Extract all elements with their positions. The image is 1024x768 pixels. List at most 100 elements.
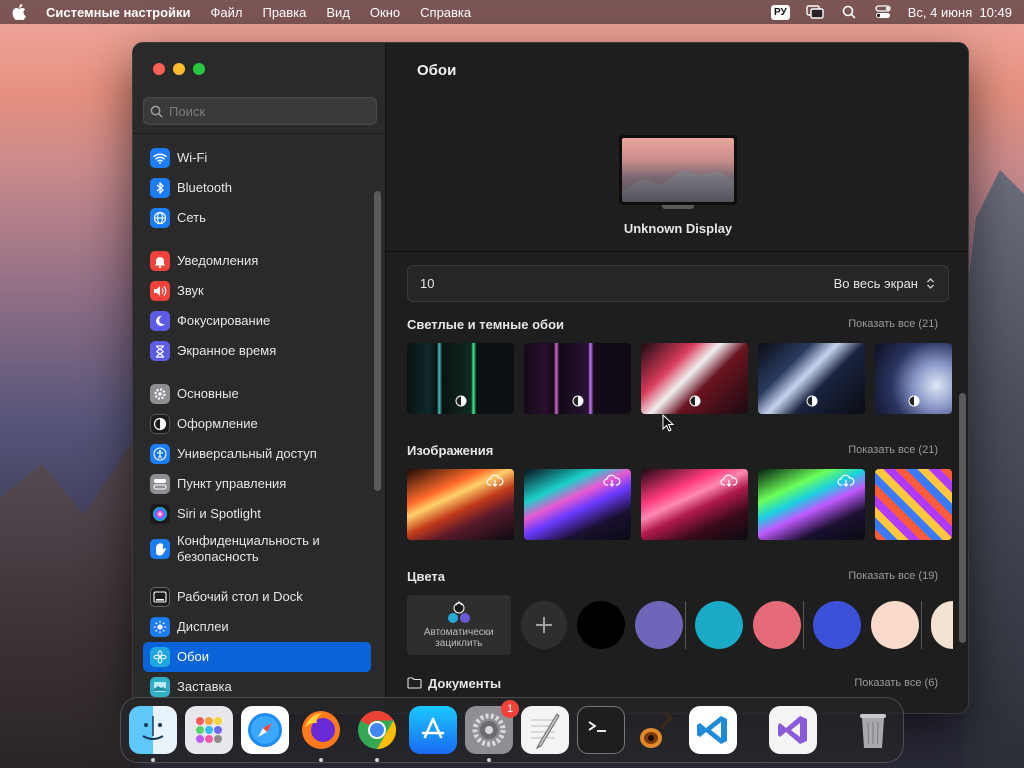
wallpaper-thumb[interactable] <box>524 469 631 540</box>
wallpaper-thumb[interactable] <box>524 343 631 414</box>
add-color-button[interactable] <box>520 601 568 649</box>
sidebar-item-bluetooth[interactable]: Bluetooth <box>143 173 371 203</box>
sidebar-item-screen-time[interactable]: Экранное время <box>143 336 371 366</box>
wallpaper-thumb[interactable] <box>875 343 952 414</box>
menu-view[interactable]: Вид <box>326 5 350 20</box>
dock-finder[interactable] <box>129 706 177 762</box>
dock-garageband[interactable] <box>633 706 681 754</box>
spotlight-search-icon[interactable] <box>840 5 858 19</box>
sidebar-group-desktop: Рабочий стол и Dock Дисплеи Обои Заставк… <box>143 582 371 702</box>
menu-app-name[interactable]: Системные настройки <box>46 5 191 20</box>
main-scrollbar[interactable] <box>959 393 966 643</box>
sidebar-item-displays[interactable]: Дисплеи <box>143 612 371 642</box>
gear-icon <box>472 713 506 747</box>
wallpaper-thumb[interactable] <box>758 343 865 414</box>
screen-mirroring-icon[interactable] <box>806 5 824 19</box>
running-indicator <box>375 758 379 762</box>
menu-help[interactable]: Справка <box>420 5 471 20</box>
show-all-link[interactable]: Показать все (6) <box>854 677 938 689</box>
zoom-button[interactable] <box>193 63 205 75</box>
section-documents: Документы Показать все (6) <box>407 675 953 691</box>
menu-file[interactable]: Файл <box>211 5 243 20</box>
show-all-link[interactable]: Показать все (21) <box>848 444 938 456</box>
swatch-separator <box>803 601 805 649</box>
show-all-link[interactable]: Показать все (19) <box>848 570 938 582</box>
sidebar-item-label: Wi-Fi <box>177 150 208 165</box>
auto-rotate-tile[interactable]: Автоматически зациклить <box>407 595 511 655</box>
apple-menu-icon[interactable] <box>12 4 28 20</box>
wallpaper-thumb[interactable] <box>641 343 748 414</box>
sidebar-item-appearance[interactable]: Оформление <box>143 409 371 439</box>
show-all-link[interactable]: Показать все (21) <box>848 318 938 330</box>
wallpaper-thumb[interactable] <box>641 469 748 540</box>
accessibility-icon <box>150 444 170 464</box>
main-pane: Обои Unknown Display 10 Во весь экран Св… <box>386 43 968 713</box>
dock-vscode[interactable] <box>689 706 737 754</box>
sidebar-item-notifications[interactable]: Уведомления <box>143 246 371 276</box>
dock-visual-studio[interactable] <box>769 706 817 754</box>
sidebar-item-desktop-dock[interactable]: Рабочий стол и Dock <box>143 582 371 612</box>
mouse-cursor-icon <box>662 414 674 432</box>
color-swatch[interactable] <box>635 601 684 649</box>
sidebar-item-wallpaper[interactable]: Обои <box>143 642 371 672</box>
sidebar-item-general[interactable]: Основные <box>143 379 371 409</box>
color-swatch[interactable] <box>753 601 802 649</box>
sidebar-item-wifi[interactable]: Wi-Fi <box>143 143 371 173</box>
sidebar-group-general: Основные Оформление Универсальный доступ <box>143 379 371 569</box>
main-divider <box>386 251 968 252</box>
close-button[interactable] <box>153 63 165 75</box>
color-swatch[interactable] <box>813 601 862 649</box>
wallpaper-picker[interactable]: 10 Во весь экран <box>407 265 949 302</box>
sidebar-search[interactable] <box>143 97 377 125</box>
control-center-icon <box>150 474 170 494</box>
sidebar: Wi-Fi Bluetooth Сеть <box>133 43 386 713</box>
menu-edit[interactable]: Правка <box>262 5 306 20</box>
wallpaper-thumb[interactable] <box>875 469 952 540</box>
sidebar-item-focus[interactable]: Фокусирование <box>143 306 371 336</box>
color-swatch[interactable] <box>931 601 953 649</box>
wallpaper-thumb[interactable] <box>407 343 514 414</box>
dock-app-store[interactable] <box>409 706 457 754</box>
moon-icon <box>150 311 170 331</box>
wallpaper-thumb[interactable] <box>758 469 865 540</box>
sidebar-item-sound[interactable]: Звук <box>143 276 371 306</box>
sidebar-item-siri-spotlight[interactable]: Siri и Spotlight <box>143 499 371 529</box>
light-dark-icon <box>688 394 702 408</box>
trash-icon <box>860 714 886 748</box>
dock-icon <box>150 587 170 607</box>
control-center-icon[interactable] <box>874 5 892 19</box>
dock-firefox[interactable] <box>297 706 345 762</box>
wallpaper-mountain-left <box>0 430 140 768</box>
minimize-button[interactable] <box>173 63 185 75</box>
sidebar-item-privacy[interactable]: Конфиденциальность и безопасность <box>143 529 371 569</box>
dock-terminal[interactable] <box>577 706 625 754</box>
menu-window[interactable]: Окно <box>370 5 400 20</box>
chrome-icon <box>358 710 397 750</box>
sidebar-scrollbar[interactable] <box>374 191 381 491</box>
sidebar-item-accessibility[interactable]: Универсальный доступ <box>143 439 371 469</box>
dock-trash[interactable] <box>849 706 897 754</box>
dock-system-settings[interactable]: 1 <box>465 700 519 762</box>
menubar-clock[interactable]: Вс, 4 июня 10:49 <box>908 5 1012 20</box>
search-input[interactable] <box>169 103 369 119</box>
app-store-icon <box>421 717 445 739</box>
color-swatch[interactable] <box>871 601 920 649</box>
light-dark-icon <box>805 394 819 408</box>
sidebar-list: Wi-Fi Bluetooth Сеть Уведомления Звук Фо… <box>143 143 371 713</box>
fill-mode-label: Во весь экран <box>833 276 918 291</box>
sidebar-item-control-center[interactable]: Пункт управления <box>143 469 371 499</box>
sun-icon <box>150 617 170 637</box>
dock-safari[interactable] <box>241 706 289 754</box>
color-swatch[interactable] <box>577 601 626 649</box>
wallpaper-thumb[interactable] <box>407 469 514 540</box>
sidebar-item-network[interactable]: Сеть <box>143 203 371 233</box>
dock-launchpad[interactable] <box>185 706 233 754</box>
fill-mode-select[interactable]: Во весь экран <box>834 276 936 291</box>
page-title: Обои <box>417 62 457 79</box>
dock-textedit[interactable] <box>521 706 569 754</box>
firefox-icon <box>302 711 340 749</box>
dock-chrome[interactable] <box>353 706 401 762</box>
color-swatch[interactable] <box>695 601 744 649</box>
keyboard-layout-badge[interactable]: РУ <box>771 4 790 20</box>
sidebar-item-label: Фокусирование <box>177 313 271 328</box>
